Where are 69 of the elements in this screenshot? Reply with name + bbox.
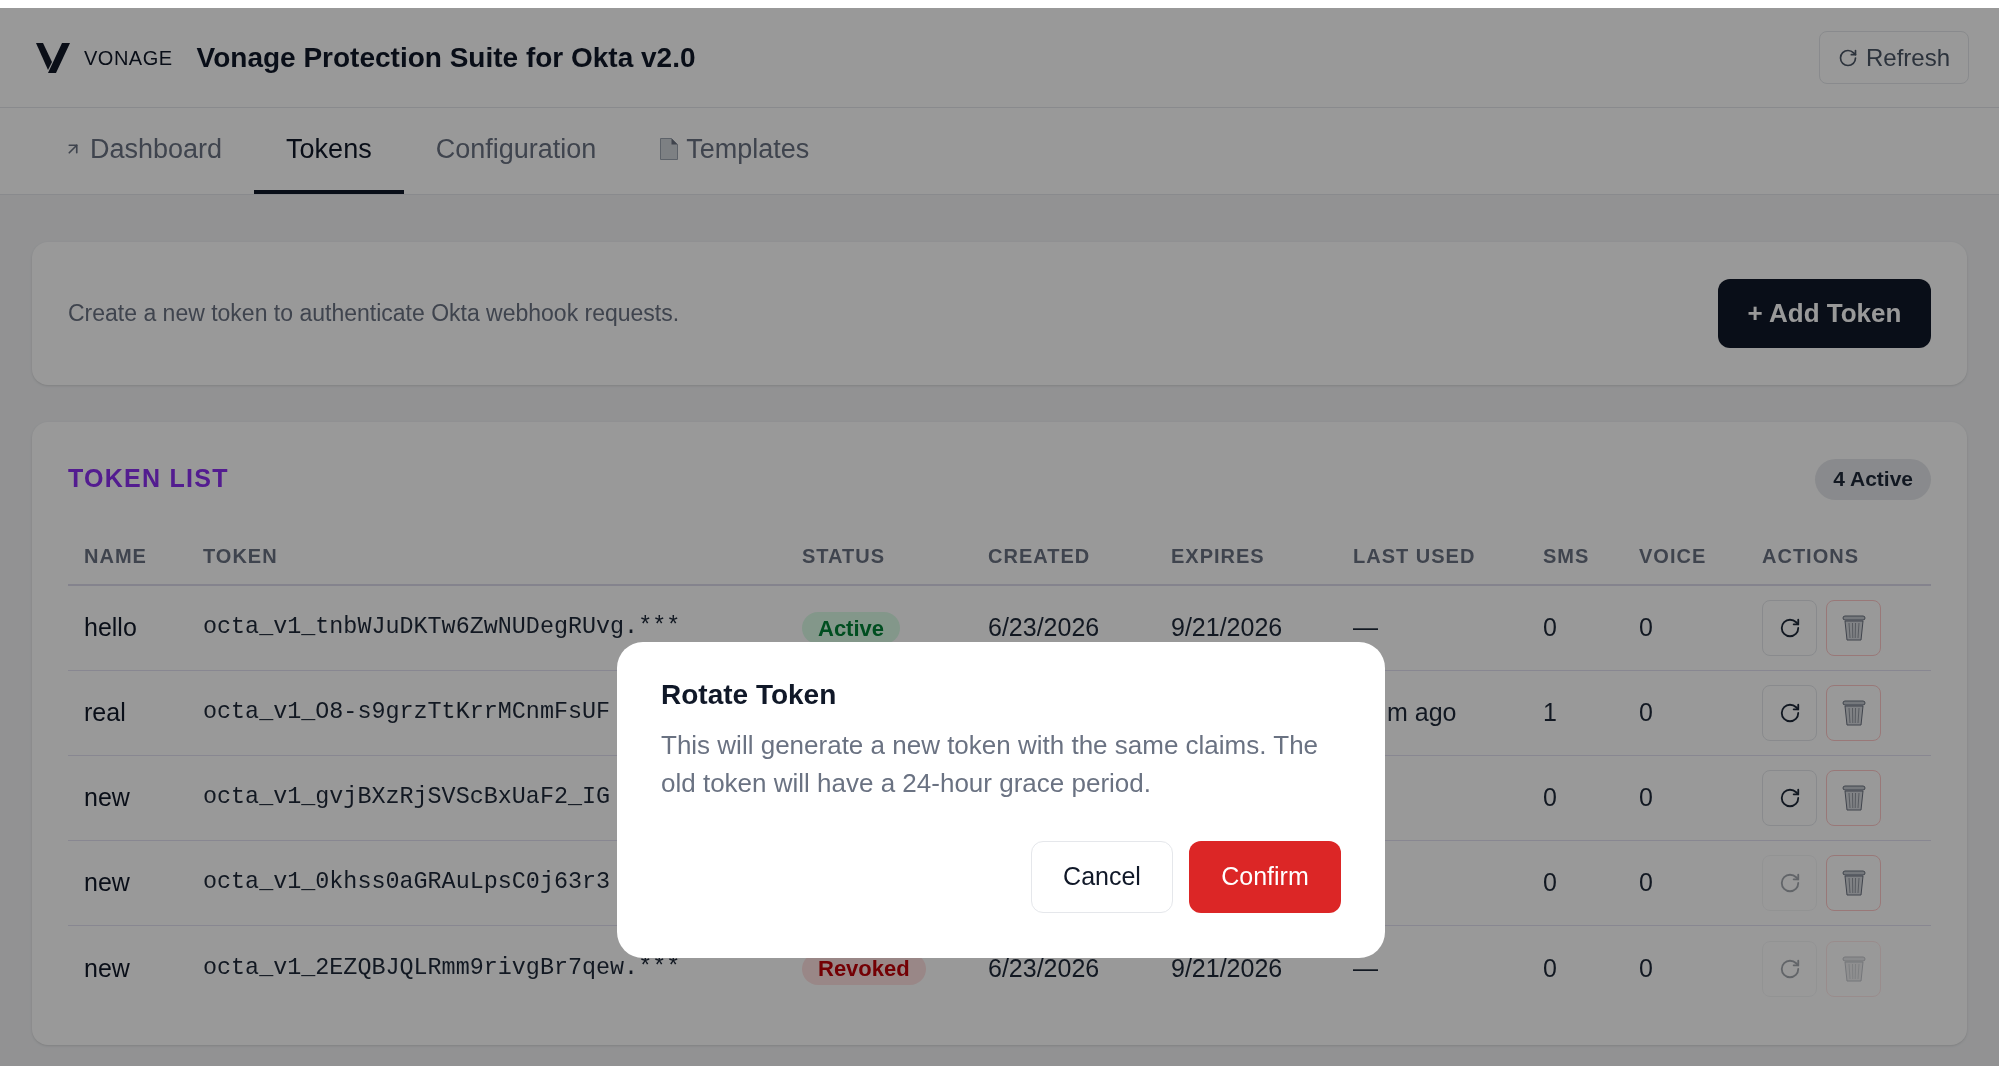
tab[interactable]: Dashboard [32,108,255,194]
delete-button[interactable] [1826,855,1881,911]
last-used: — [1353,953,1378,982]
token-name: hello [84,613,137,642]
token-name: new [84,868,130,897]
voice-count: 0 [1639,783,1653,812]
token-value: octa_v1_tnbWJuDKTw6ZwNUDegRUvg.*** [203,614,681,641]
rotate-button[interactable] [1762,685,1817,741]
voice-count: 0 [1639,698,1653,727]
voice-count: 0 [1639,953,1653,982]
dialog-message: This will generate a new token with the same claims. The old token will have a 24-hour grace period. [661,729,1320,800]
trash-icon [1841,785,1866,811]
active-count-badge: 4 Active [1815,458,1931,500]
rotate-button[interactable] [1762,600,1817,656]
expiry-date: 9/21/2026 [1171,953,1283,982]
dialog-title: Rotate Token [661,678,838,712]
sms-count: 0 [1543,868,1557,897]
voice-count: 0 [1639,613,1653,642]
sms-count: 0 [1543,953,1557,982]
sms-count: 1 [1543,698,1557,727]
confirm-button[interactable]: Confirm [1189,841,1341,913]
column-header: EXPIRES [1171,545,1265,567]
column-header: ACTIONS [1762,545,1859,567]
sms-count: 0 [1543,783,1557,812]
column-header: SMS [1543,545,1590,567]
expiry-date: 9/21/2026 [1171,613,1283,642]
delete-button[interactable] [1826,600,1881,656]
token-name: new [84,783,130,812]
tab[interactable]: Configuration [403,108,629,194]
section-title: TOKEN LIST [68,463,229,495]
token-value: octa_v1_gvjBXzRjSVScBxUaF2_IG [203,784,611,811]
created-date: 6/23/2026 [988,953,1100,982]
rotate-button[interactable] [1762,770,1817,826]
last-used: m ago [1387,698,1457,727]
delete-button[interactable] [1826,685,1881,741]
voice-count: 0 [1639,868,1653,897]
delete-button[interactable] [1826,770,1881,826]
created-date: 6/23/2026 [988,613,1100,642]
rotate-icon [1778,617,1801,639]
column-header: STATUS [802,545,886,567]
document-icon [660,138,679,160]
add-token-button[interactable]: + Add Token [1718,279,1931,348]
refresh-button[interactable]: Refresh [1819,31,1969,84]
token-value: octa_v1_0khss0aGRAuLpsC0j63r3 [203,869,611,896]
logo-icon [36,42,70,73]
token-name: new [84,953,130,982]
column-header: TOKEN [203,545,278,567]
logo-text: VONAGE [84,45,173,71]
cancel-button[interactable]: Cancel [1031,841,1173,913]
trash-icon [1841,615,1866,641]
column-header: VOICE [1639,545,1707,567]
status-badge: Active [802,612,901,644]
app-title: Vonage Protection Suite for Okta v2.0 [196,40,696,75]
column-header: CREATED [988,545,1091,567]
trash-icon [1841,870,1866,896]
token-value: octa_v1_2EZQBJQLRmm9rivgBr7qew.*** [203,954,681,981]
trash-icon [1841,700,1866,726]
column-header: LAST USED [1353,545,1476,567]
token-value: octa_v1_O8-s9grzTtKrrMCnmFsUF [203,699,611,726]
rotate-icon [1778,787,1801,809]
sms-count: 0 [1543,613,1557,642]
tab[interactable]: Templates [628,108,842,194]
last-used: — [1353,613,1378,642]
column-header: NAME [84,545,147,567]
rotate-icon [1778,702,1801,724]
card-description: Create a new token to authenticate Okta webhook requests. [68,299,680,329]
token-name: real [84,698,126,727]
tab[interactable]: Tokens [254,108,404,194]
refresh-icon [1837,47,1858,68]
